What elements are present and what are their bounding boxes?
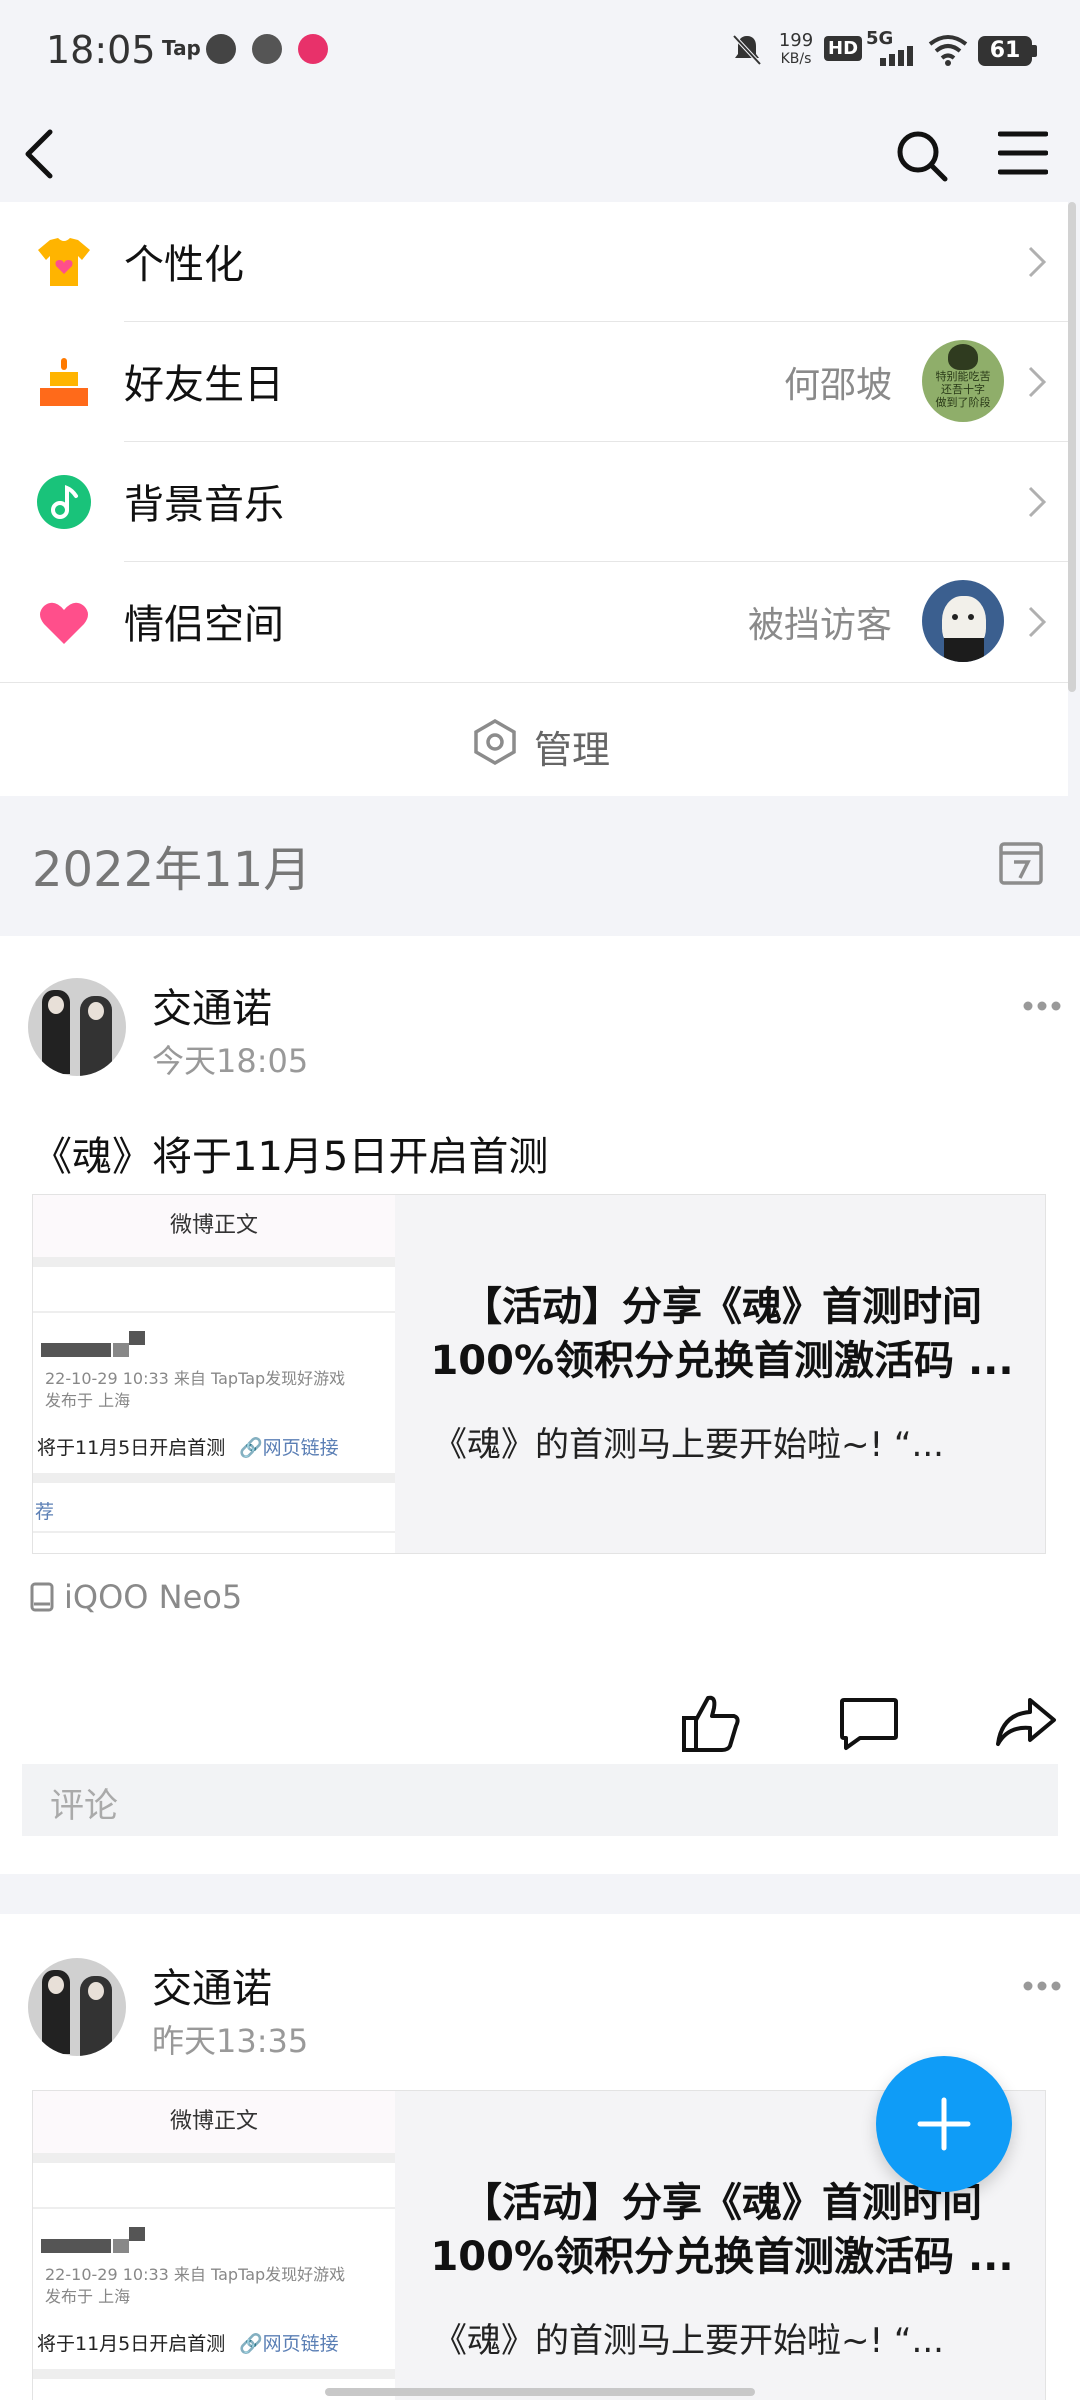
- mute-bell-icon: [732, 34, 762, 66]
- calendar-icon[interactable]: [998, 838, 1044, 886]
- wifi-icon: [928, 35, 968, 66]
- post-time: 今天18:05: [152, 1042, 309, 1080]
- create-post-button[interactable]: [876, 2056, 1012, 2192]
- cat-notification-icon: [252, 34, 282, 64]
- menu-label: 情侣空间: [124, 602, 284, 648]
- menu-label: 背景音乐: [124, 482, 284, 528]
- search-icon[interactable]: [894, 128, 950, 184]
- menu-label: 个性化: [124, 242, 244, 288]
- battery-tip: [1032, 45, 1037, 57]
- link-description: 《魂》的首测马上要开始啦~! “...: [433, 2321, 944, 2361]
- battery-icon: 61: [978, 36, 1032, 66]
- comment-input[interactable]: 评论: [22, 1764, 1058, 1836]
- back-arrow-icon[interactable]: [20, 126, 60, 182]
- status-bar: 18:05 Tap 199 KB/s HD 5G 61: [0, 0, 1080, 100]
- plus-icon: [917, 2097, 971, 2151]
- speedometer-notification-icon: [206, 34, 236, 64]
- link-thumbnail: 微博正文 22-10-29 10:33 来自 TapTap发现好游戏 发布于 上…: [33, 1195, 395, 1553]
- post-time: 昨天13:35: [152, 2022, 309, 2060]
- top-bar: [0, 100, 1080, 202]
- author-name[interactable]: 交通诺: [152, 976, 272, 1034]
- signal-icon: [880, 46, 913, 66]
- link-title-line2: 100%领积分兑换首测激活码 ...: [430, 1338, 1014, 1384]
- menu-label: 好友生日: [124, 362, 284, 408]
- month-header: 2022年11月: [0, 796, 1080, 936]
- visitor-avatar: [922, 580, 1004, 662]
- menu-item-couple-space[interactable]: 情侣空间 被挡访客: [0, 562, 1068, 682]
- device-label: iQOO Neo5: [64, 1578, 243, 1616]
- post-text: 《魂》将于11月5日开启首测: [32, 1134, 549, 1180]
- settings-menu: 个性化 好友生日 何邵坡 特别能吃苦 还吾十字 做到了阶段 背景音乐 情侣空间 …: [0, 202, 1068, 796]
- link-thumbnail: 微博正文 22-10-29 10:33 来自 TapTap发现好游戏 发布于 上…: [33, 2091, 395, 2400]
- month-label: 2022年11月: [32, 842, 312, 898]
- more-options-icon[interactable]: [1022, 1000, 1062, 1012]
- music-icon: [37, 475, 91, 529]
- tshirt-icon: [38, 238, 90, 286]
- link-description: 《魂》的首测马上要开始啦~! “...: [433, 1425, 944, 1465]
- comment-bubble-icon[interactable]: [838, 1696, 900, 1752]
- feed-post: 交通诺 今天18:05 《魂》将于11月5日开启首测 微博正文 22-10-29…: [0, 936, 1080, 1874]
- menu-item-friend-birthday[interactable]: 好友生日 何邵坡 特别能吃苦 还吾十字 做到了阶段: [0, 322, 1068, 442]
- menu-icon[interactable]: [998, 130, 1048, 176]
- menu-item-background-music[interactable]: 背景音乐: [0, 442, 1068, 562]
- heart-icon: [40, 602, 88, 644]
- more-options-icon[interactable]: [1022, 1980, 1062, 1992]
- link-preview-card[interactable]: 微博正文 22-10-29 10:33 来自 TapTap发现好游戏 发布于 上…: [32, 1194, 1046, 1554]
- chevron-right-icon: [1028, 246, 1047, 278]
- hexagon-settings-icon: [474, 719, 516, 765]
- author-avatar[interactable]: [28, 1958, 126, 2056]
- cake-icon: [40, 358, 88, 406]
- chevron-right-icon: [1028, 366, 1047, 398]
- scrollbar[interactable]: [1068, 202, 1076, 692]
- chevron-right-icon: [1028, 606, 1047, 638]
- chevron-right-icon: [1028, 486, 1047, 518]
- post-actions: [0, 1686, 1080, 1766]
- menu-item-personalization[interactable]: 个性化: [0, 202, 1068, 322]
- manage-label: 管理: [534, 728, 611, 772]
- author-name[interactable]: 交通诺: [152, 1956, 272, 2014]
- comment-placeholder: 评论: [50, 1786, 118, 1826]
- blocked-visitor-label: 被挡访客: [747, 605, 892, 646]
- taptap-notification-icon: Tap: [162, 36, 201, 60]
- status-time: 18:05: [46, 28, 156, 72]
- link-title-line2: 100%领积分兑换首测激活码 ...: [430, 2234, 1014, 2280]
- like-thumb-icon[interactable]: [680, 1692, 742, 1754]
- network-speed: 199 KB/s: [778, 30, 814, 68]
- share-arrow-icon[interactable]: [994, 1694, 1058, 1752]
- friend-avatar: 特别能吃苦 还吾十字 做到了阶段: [922, 340, 1004, 422]
- manage-button[interactable]: 管理: [0, 682, 1068, 796]
- phone-device-icon: [30, 1582, 54, 1612]
- author-avatar[interactable]: [28, 978, 126, 1076]
- chat-notification-icon: [298, 34, 328, 64]
- home-indicator[interactable]: [325, 2388, 755, 2396]
- link-title-line1: 【活动】分享《魂》首测时间: [462, 1284, 982, 1330]
- hd-badge: HD: [824, 36, 863, 61]
- birthday-friend-name: 何邵坡: [783, 365, 892, 406]
